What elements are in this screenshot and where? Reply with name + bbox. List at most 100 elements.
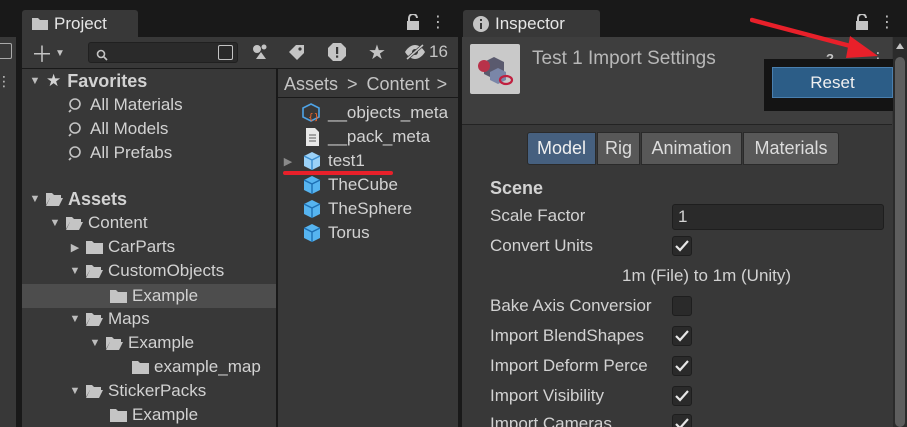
collapse-arrow-icon[interactable]: ▼ bbox=[28, 75, 42, 87]
tree-item-assets[interactable]: ▼ Assets bbox=[28, 187, 128, 211]
tree-label: StickerPacks bbox=[108, 381, 207, 400]
folder-icon bbox=[86, 241, 103, 254]
lock-icon[interactable] bbox=[404, 12, 422, 32]
favorite-item-all-models[interactable]: All Models bbox=[68, 117, 168, 141]
favorites-label: Favorites bbox=[67, 70, 148, 91]
file-item-torus[interactable]: Torus bbox=[302, 221, 370, 245]
import-cameras-label: Import Cameras bbox=[490, 414, 612, 427]
folder-open-icon bbox=[86, 313, 103, 326]
tree-item-example-stickerpacks[interactable]: Example bbox=[110, 403, 198, 427]
file-label: TheSphere bbox=[328, 199, 413, 218]
breadcrumb-separator: > bbox=[347, 73, 358, 94]
tree-item-content[interactable]: ▼ Content bbox=[48, 211, 148, 235]
import-blendshapes-checkbox[interactable] bbox=[672, 326, 692, 346]
collapse-arrow-icon[interactable]: ▼ bbox=[28, 193, 42, 205]
tree-item-example-maps[interactable]: ▼ Example bbox=[88, 331, 195, 355]
bake-axis-checkbox[interactable] bbox=[672, 296, 692, 316]
script-file-icon: {} bbox=[302, 103, 320, 123]
favorite-item-all-materials[interactable]: All Materials bbox=[68, 93, 183, 117]
checkmark-icon bbox=[675, 330, 689, 342]
left-edge-icon[interactable] bbox=[0, 43, 12, 59]
annotation-arrow bbox=[750, 17, 878, 58]
inspector-title: Test 1 Import Settings bbox=[532, 48, 716, 69]
collapse-arrow-icon[interactable]: ▼ bbox=[48, 217, 62, 229]
file-item-objects-meta[interactable]: {} __objects_meta bbox=[302, 101, 458, 125]
filter-by-label-icon[interactable] bbox=[285, 41, 309, 63]
favorites-header[interactable]: ▼ ★ Favorites bbox=[28, 69, 148, 93]
tree-item-stickerpacks[interactable]: ▼ StickerPacks bbox=[68, 379, 207, 403]
tab-label: Model bbox=[536, 138, 587, 158]
import-deform-label: Import Deform Perce bbox=[490, 356, 648, 375]
filter-by-type-icon[interactable] bbox=[248, 41, 272, 63]
info-icon bbox=[473, 15, 489, 32]
convert-units-checkbox[interactable] bbox=[672, 236, 692, 256]
tree-label: CustomObjects bbox=[108, 261, 225, 280]
import-deform-checkbox[interactable] bbox=[672, 356, 692, 376]
import-visibility-checkbox[interactable] bbox=[672, 386, 692, 406]
tab-project[interactable]: Project bbox=[22, 10, 138, 37]
left-edge-kebab-icon[interactable]: ⋮ bbox=[0, 72, 11, 90]
inspector-scrollbar[interactable] bbox=[893, 37, 907, 427]
scrollbar-thumb[interactable] bbox=[895, 57, 905, 427]
expand-arrow-icon[interactable]: ▶ bbox=[68, 241, 82, 254]
search-icon bbox=[96, 46, 108, 66]
folder-icon bbox=[32, 17, 48, 31]
tree-label: Example bbox=[132, 405, 199, 424]
scroll-up-arrow-icon[interactable] bbox=[896, 43, 904, 49]
breadcrumb-content[interactable]: Content bbox=[367, 74, 430, 95]
checkmark-icon bbox=[675, 360, 689, 372]
tree-item-customobjects[interactable]: ▼ CustomObjects bbox=[68, 259, 225, 283]
tab-rig[interactable]: Rig bbox=[597, 132, 640, 165]
folder-icon bbox=[110, 290, 127, 303]
file-label: __objects_meta bbox=[328, 103, 449, 122]
favorite-item-all-prefabs[interactable]: All Prefabs bbox=[68, 141, 172, 165]
collapse-arrow-icon[interactable]: ▼ bbox=[68, 313, 82, 325]
tree-item-example-map[interactable]: example_map bbox=[132, 355, 261, 379]
filter-by-log-type-icon[interactable] bbox=[325, 40, 349, 64]
file-item-thesphere[interactable]: TheSphere bbox=[302, 197, 412, 221]
folder-open-icon bbox=[46, 193, 63, 206]
tab-animation[interactable]: Animation bbox=[641, 132, 742, 165]
breadcrumb-assets[interactable]: Assets bbox=[284, 74, 338, 95]
expand-arrow-icon[interactable]: ▶ bbox=[281, 155, 295, 168]
star-icon: ★ bbox=[46, 71, 62, 90]
bake-axis-label: Bake Axis Conversior bbox=[490, 296, 652, 315]
kebab-menu-icon[interactable]: ⋮ bbox=[430, 12, 446, 32]
tab-materials[interactable]: Materials bbox=[743, 132, 839, 165]
collapse-arrow-icon[interactable]: ▼ bbox=[68, 385, 82, 397]
file-label: test1 bbox=[328, 151, 365, 170]
scale-factor-label: Scale Factor bbox=[490, 206, 586, 225]
tree-item-maps[interactable]: ▼ Maps bbox=[68, 307, 150, 331]
search-icon bbox=[68, 98, 81, 113]
tree-item-example-customobjects[interactable]: Example bbox=[110, 284, 198, 308]
tab-inspector[interactable]: Inspector bbox=[463, 10, 600, 37]
scale-factor-input[interactable]: 1 bbox=[672, 204, 884, 230]
tree-label: Maps bbox=[108, 309, 150, 328]
reset-menu-item[interactable]: Reset bbox=[772, 67, 893, 98]
collapse-arrow-icon[interactable]: ▼ bbox=[68, 265, 82, 277]
reset-label: Reset bbox=[810, 72, 855, 92]
file-item-pack-meta[interactable]: __pack_meta bbox=[302, 125, 430, 149]
folder-open-icon bbox=[86, 265, 103, 278]
create-add-button[interactable]: ＋ ▼ bbox=[28, 42, 68, 67]
tree-label: Example bbox=[128, 333, 195, 352]
text-file-icon bbox=[306, 128, 319, 146]
tab-model[interactable]: Model bbox=[527, 132, 596, 165]
search-icon bbox=[68, 146, 81, 161]
favorite-label: All Models bbox=[90, 119, 169, 138]
file-item-thecube[interactable]: TheCube bbox=[302, 173, 398, 197]
search-input[interactable] bbox=[88, 42, 238, 63]
hidden-packages-toggle[interactable]: 16 bbox=[398, 41, 454, 63]
import-cameras-checkbox[interactable] bbox=[672, 414, 692, 427]
folder-icon bbox=[132, 361, 149, 374]
mesh-icon bbox=[303, 200, 321, 218]
file-item-test1[interactable]: ▶ test1 bbox=[281, 149, 365, 173]
favorite-star-icon[interactable]: ★ bbox=[365, 41, 389, 64]
folder-open-icon bbox=[86, 385, 103, 398]
collapse-arrow-icon[interactable]: ▼ bbox=[88, 337, 102, 349]
tree-item-carparts[interactable]: ▶ CarParts bbox=[68, 235, 175, 259]
search-by-type-icon[interactable] bbox=[218, 45, 233, 60]
tree-label: example_map bbox=[154, 357, 261, 376]
tab-label: Animation bbox=[651, 138, 732, 158]
tree-label: Example bbox=[132, 286, 199, 305]
